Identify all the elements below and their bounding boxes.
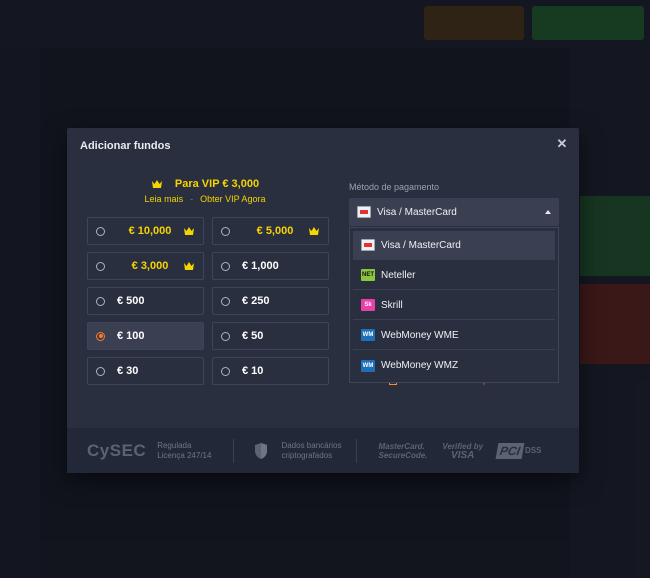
payment-method-selected: Visa / MasterCard [377, 206, 457, 218]
amount-label: € 5,000 [256, 225, 294, 237]
cysec-logo: CySEC [87, 440, 147, 460]
verified-line-2: VISA [451, 449, 475, 461]
payment-option-visa-mastercard[interactable]: Visa / MasterCard [353, 231, 555, 260]
amount-option[interactable]: € 3,000 [87, 252, 204, 280]
mastercard-line-1: MasterCard. [378, 441, 425, 451]
encryption-text: Dados bancários criptografados [281, 441, 341, 461]
amount-label: € 50 [242, 330, 264, 342]
payment-option-label: Visa / MasterCard [381, 239, 461, 251]
amount-label: € 30 [117, 365, 139, 377]
payment-option-neteller[interactable]: NET Neteller [353, 261, 555, 290]
webmoney-icon: WM [361, 329, 375, 341]
amount-option[interactable]: € 50 [212, 322, 329, 350]
visa-mastercard-icon [357, 206, 371, 218]
visa-mastercard-icon [361, 239, 375, 251]
crown-icon [309, 227, 319, 235]
mastercard-line-2: SecureCode. [378, 450, 428, 460]
radio-button[interactable] [96, 296, 105, 306]
neteller-icon: NET [361, 269, 375, 281]
amount-label: € 250 [242, 295, 270, 307]
vip-info: Para VIP € 3,000 Leia mais - Obter VIP A… [87, 178, 323, 204]
footer-divider [233, 438, 235, 463]
payment-option-label: WebMoney WMZ [381, 360, 459, 371]
radio-button[interactable] [221, 226, 230, 236]
amount-option-selected[interactable]: € 100 [87, 322, 204, 350]
amount-option[interactable]: € 10 [212, 357, 329, 385]
payment-method-select[interactable]: Visa / MasterCard [349, 198, 559, 226]
read-more-link[interactable]: Leia mais [145, 194, 184, 204]
add-funds-modal: Adicionar fundos ✕ Para VIP € 3,000 Leia… [67, 128, 579, 473]
payment-option-webmoney-wme[interactable]: WM WebMoney WME [353, 321, 555, 350]
amount-option[interactable]: € 1,000 [212, 252, 329, 280]
vip-threshold-text: Para VIP € 3,000 [174, 178, 260, 190]
payment-option-label: Neteller [381, 269, 416, 281]
radio-button[interactable] [221, 261, 230, 271]
shield-icon [255, 442, 268, 459]
mastercard-securecode-logo: MasterCard. SecureCode. [379, 442, 428, 460]
verified-by-visa-logo: Verified by VISA [442, 442, 483, 461]
get-vip-link[interactable]: Obter VIP Agora [200, 194, 265, 204]
close-icon[interactable]: ✕ [555, 137, 569, 151]
radio-button[interactable] [221, 366, 230, 376]
vip-links-separator: - [190, 194, 194, 204]
amount-option[interactable]: € 250 [212, 287, 329, 315]
amount-label: € 3,000 [131, 260, 169, 272]
payment-option-webmoney-wmz[interactable]: WM WebMoney WMZ [353, 351, 555, 380]
payment-option-skrill[interactable]: Sk Skrill [353, 291, 555, 320]
regulation-text: Regulada Licença 247/14 [157, 441, 211, 461]
radio-button[interactable] [96, 331, 105, 341]
radio-button[interactable] [96, 366, 105, 376]
dss-text: DSS [525, 446, 542, 455]
radio-button[interactable] [96, 226, 105, 236]
regulation-line-1: Regulada [157, 440, 192, 450]
pci-text: PCI [495, 442, 525, 459]
crown-icon [151, 180, 162, 188]
crown-icon [184, 227, 194, 235]
amount-label: € 10,000 [128, 225, 172, 237]
payment-option-label: Skrill [381, 299, 403, 311]
radio-button[interactable] [221, 331, 230, 341]
regulation-line-2: Licença 247/14 [157, 450, 212, 460]
amount-label: € 1,000 [242, 260, 279, 272]
encryption-line-2: criptografados [281, 450, 333, 460]
payment-option-label: WebMoney WME [381, 329, 459, 341]
amount-option[interactable]: € 30 [87, 357, 204, 385]
pci-dss-logo: PCI DSS [495, 442, 542, 459]
footer-divider [355, 438, 357, 463]
encryption-line-1: Dados bancários [281, 440, 342, 450]
radio-button[interactable] [96, 261, 105, 271]
vip-links: Leia mais - Obter VIP Agora [87, 194, 323, 204]
webmoney-icon: WM [361, 359, 375, 372]
crown-icon [184, 262, 194, 270]
amount-label: € 100 [117, 330, 145, 342]
payment-method-dropdown: Visa / MasterCard NET Neteller Sk Skrill… [349, 227, 559, 383]
modal-title: Adicionar fundos [80, 140, 171, 152]
radio-button[interactable] [221, 296, 230, 306]
amount-label: € 500 [117, 295, 145, 307]
vip-line: Para VIP € 3,000 [87, 178, 323, 190]
amount-option[interactable]: € 10,000 [87, 217, 204, 245]
amount-option[interactable]: € 500 [87, 287, 204, 315]
skrill-icon: Sk [361, 299, 375, 311]
security-footer: CySEC Regulada Licença 247/14 Dados banc… [67, 428, 579, 473]
amount-label: € 10 [242, 365, 264, 377]
payment-method-label: Método de pagamento [349, 182, 440, 192]
amount-option[interactable]: € 5,000 [212, 217, 329, 245]
chevron-up-icon [545, 210, 551, 214]
